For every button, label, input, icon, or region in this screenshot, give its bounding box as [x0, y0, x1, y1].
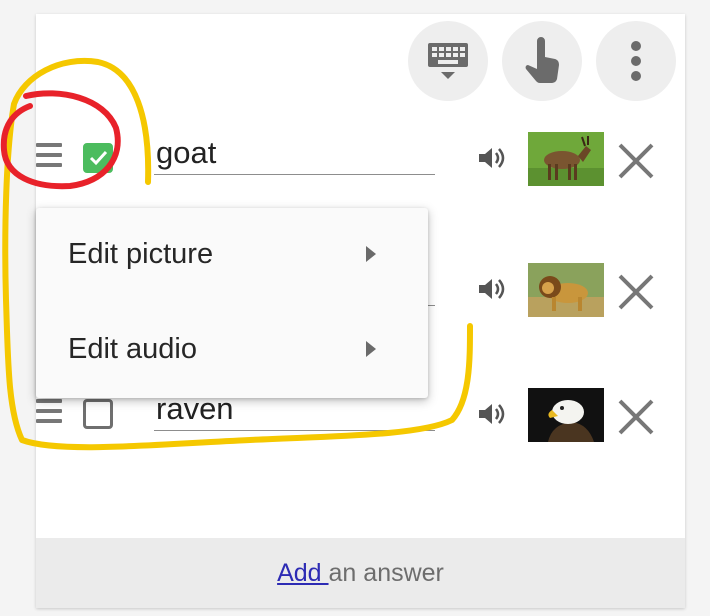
eagle-picture [528, 388, 604, 442]
speaker-icon[interactable] [476, 401, 506, 427]
keyboard-button[interactable] [408, 21, 488, 101]
correct-checkbox[interactable] [83, 143, 113, 173]
lion-picture [528, 263, 604, 317]
answer-text-field[interactable] [154, 131, 435, 175]
menu-item-edit-picture[interactable]: Edit picture [36, 208, 428, 303]
menu-item-label: Edit picture [68, 238, 214, 270]
more-vert-icon [631, 41, 641, 81]
checkmark-icon [89, 150, 108, 166]
menu-item-label: Edit audio [68, 333, 197, 365]
delete-icon[interactable] [616, 397, 656, 437]
menu-item-edit-audio[interactable]: Edit audio [36, 303, 428, 398]
touch-icon [525, 37, 559, 83]
delete-icon[interactable] [616, 272, 656, 312]
answer-row [36, 121, 685, 191]
submenu-arrow-icon [366, 341, 376, 357]
drag-handle-icon[interactable] [36, 143, 62, 173]
answer-picture-lion[interactable] [528, 263, 604, 317]
answer-picture-goat[interactable] [528, 132, 604, 186]
drag-handle-icon[interactable] [36, 399, 62, 429]
keyboard-icon [428, 43, 468, 79]
speaker-icon[interactable] [476, 276, 506, 302]
correct-checkbox[interactable] [83, 399, 113, 429]
speaker-icon[interactable] [476, 145, 506, 171]
add-answer-link[interactable]: Add [277, 559, 328, 587]
add-answer-text: an answer [328, 559, 444, 587]
goat-picture [528, 132, 604, 186]
more-options-button[interactable] [596, 21, 676, 101]
add-answer-bar: Add an answer [36, 538, 685, 608]
answer-picture-eagle[interactable] [528, 388, 604, 442]
touch-button[interactable] [502, 21, 582, 101]
delete-icon[interactable] [616, 141, 656, 181]
submenu-arrow-icon [366, 246, 376, 262]
context-menu: Edit picture Edit audio [36, 208, 428, 398]
